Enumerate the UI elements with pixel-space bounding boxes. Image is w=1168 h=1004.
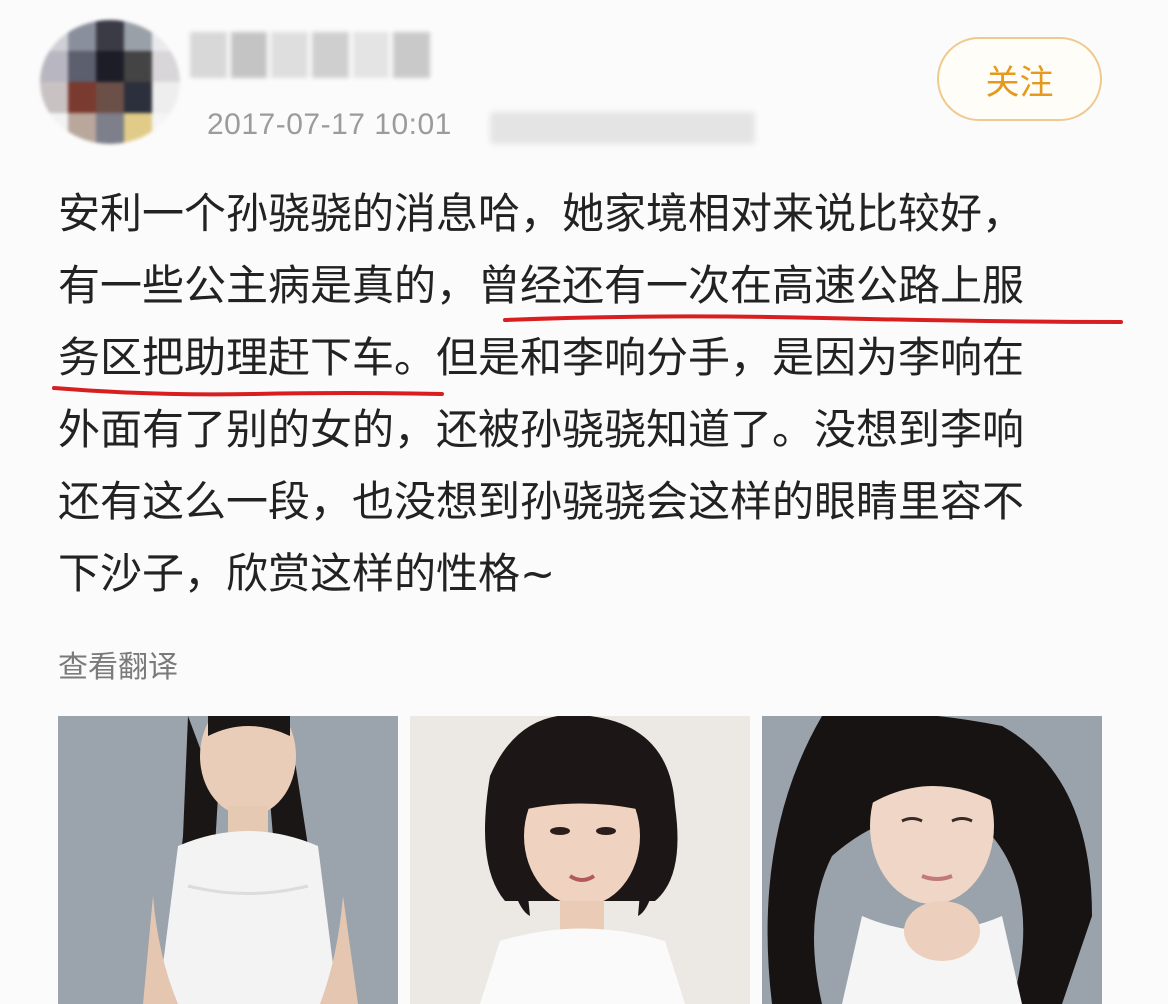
post-source-blurred — [490, 112, 755, 144]
post-line: 安利一个孙骁骁的消息哈，她家境相对来说比较好， — [58, 189, 1025, 238]
woman-portrait-icon — [762, 716, 1102, 1004]
username-blurred[interactable] — [190, 32, 431, 78]
woman-portrait-icon — [58, 716, 398, 1004]
post-text-segment: 有一些公主病是真的， — [58, 261, 479, 310]
post-photo[interactable] — [762, 716, 1102, 1004]
post-timestamp: 2017-07-17 10:01 — [207, 108, 452, 141]
woman-portrait-icon — [410, 716, 750, 1004]
highlight-underline — [503, 314, 1123, 324]
highlighted-text: 务区把助理赶下车 — [58, 333, 395, 382]
post-line: 下沙子，欣赏这样的性格~ — [58, 549, 556, 598]
post-line: 外面有了别的女的，还被孙骁骁知道了。没想到李响 — [58, 405, 1025, 454]
post-line: 还有这么一段，也没想到孙骁骁会这样的眼睛里容不 — [58, 477, 1025, 526]
avatar[interactable] — [40, 20, 180, 144]
post-photo[interactable] — [58, 716, 398, 1004]
highlighted-text: 曾经还有一次在高速公路上服 — [478, 261, 1025, 310]
post-photo[interactable] — [410, 716, 750, 1004]
follow-button[interactable]: 关注 — [937, 37, 1102, 121]
translate-link[interactable]: 查看翻译 — [58, 642, 178, 686]
highlight-underline — [52, 386, 444, 397]
post-text-segment: 。但是和李响分手，是因为李响在 — [394, 333, 1025, 382]
